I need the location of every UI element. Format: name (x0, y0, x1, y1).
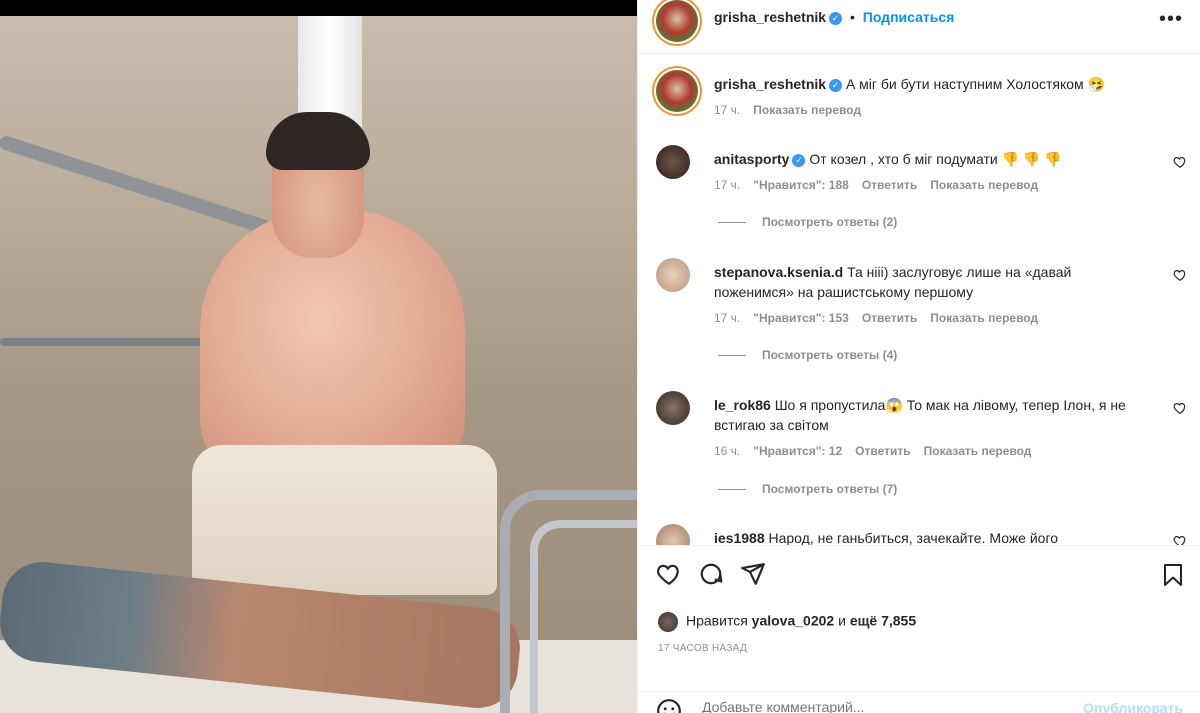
heart-icon[interactable] (656, 561, 682, 590)
caption-username[interactable]: grisha_reshetnik (714, 76, 826, 92)
view-replies-button[interactable]: Посмотреть ответы (7) (718, 482, 897, 496)
reply-button[interactable]: Ответить (855, 444, 910, 458)
post-header: grisha_reshetnik ✓ • Подписаться ••• (638, 0, 1200, 54)
replies-line (718, 355, 746, 357)
follow-button[interactable]: Подписаться (863, 9, 955, 25)
reply-button[interactable]: Ответить (862, 311, 917, 325)
comment-text: Народ, не ганьбиться, зачекайте. Може йо… (768, 530, 1059, 545)
translate-link[interactable]: Показать перевод (753, 103, 861, 117)
photo-chair (530, 520, 637, 713)
photo-top-bar (0, 0, 637, 16)
publish-button[interactable]: Опубликовать (1083, 700, 1183, 713)
separator-dot: • (849, 9, 855, 25)
post-actions: Нравится yalova_0202 и ещё 7,855 17 ЧАСО… (638, 545, 1200, 713)
comment-meta: 16 ч. "Нравится": 12 Ответить Показать пере… (714, 444, 1044, 458)
comment-time: 17 ч. (714, 311, 741, 325)
view-replies-label: Посмотреть ответы (7) (762, 482, 898, 496)
replies-line (718, 489, 746, 491)
comment-time: 16 ч. (714, 444, 741, 458)
author-avatar[interactable] (656, 70, 698, 112)
translate-link[interactable]: Показать перевод (930, 178, 1038, 192)
comment-username[interactable]: anitasporty (714, 151, 789, 167)
post-timestamp[interactable]: 17 ЧАСОВ НАЗАД (658, 643, 747, 654)
author-avatar[interactable] (656, 0, 698, 42)
add-comment-bar: Опубликовать (638, 691, 1200, 713)
translate-link[interactable]: Показать перевод (924, 444, 1032, 458)
comment-text-row: ies1988 Народ, не ганьбиться, зачекайте.… (714, 528, 1154, 545)
comments-list[interactable]: grisha_reshetnik ✓ А міг би бути наступни… (638, 55, 1200, 545)
header-author-row: grisha_reshetnik ✓ • Подписаться (714, 9, 954, 25)
liker-avatar (658, 612, 678, 632)
bookmark-icon[interactable] (1161, 562, 1185, 591)
view-replies-label: Посмотреть ответы (2) (762, 215, 898, 229)
replies-line (718, 222, 746, 224)
comment-text: От козел , хто б міг подумати 👎 👎 👎 (809, 151, 1062, 167)
likes-and: и (838, 612, 846, 629)
heart-icon[interactable] (1173, 401, 1187, 415)
verified-badge-icon: ✓ (829, 11, 843, 25)
comment-meta: 17 ч. "Нравится": 153 Ответить Показать пер… (714, 311, 1051, 325)
comment-input[interactable] (702, 699, 1052, 713)
verified-badge-icon: ✓ (792, 153, 806, 167)
likes-summary[interactable]: Нравится yalova_0202 и ещё 7,855 (658, 612, 916, 632)
comment-text-row: le_rok86 Шо я пропустила😱 То мак на ліво… (714, 395, 1154, 435)
comment-text-row: stepanova.ksenia.d Та нііі) заслуговує л… (714, 262, 1154, 302)
view-replies-button[interactable]: Посмотреть ответы (2) (718, 215, 897, 229)
comment-likes[interactable]: "Нравится": 188 (753, 178, 849, 192)
more-options-icon[interactable]: ••• (1159, 8, 1183, 31)
commenter-avatar[interactable] (656, 145, 690, 179)
heart-icon[interactable] (1173, 268, 1187, 282)
translate-link[interactable]: Показать перевод (930, 311, 1038, 325)
comment-likes[interactable]: "Нравится": 12 (753, 444, 842, 458)
heart-icon[interactable] (1173, 155, 1187, 169)
likes-prefix: Нравится (686, 612, 748, 629)
comment-text: Шо я пропустила😱 То мак на лівому, тепер… (714, 397, 1126, 433)
caption-time: 17 ч. (714, 103, 741, 117)
share-icon[interactable] (740, 561, 766, 590)
comment-text-row: anitasporty ✓ От козел , хто б міг подума… (714, 149, 1154, 169)
comment-time: 17 ч. (714, 178, 741, 192)
action-icons (656, 561, 778, 590)
photo-rail (0, 134, 288, 241)
comment-likes[interactable]: "Нравится": 153 (753, 311, 849, 325)
commenter-avatar[interactable] (656, 258, 690, 292)
caption-text-row: grisha_reshetnik ✓ А міг би бути наступни… (714, 74, 1154, 94)
liker-username[interactable]: yalova_0202 (752, 613, 835, 629)
author-username[interactable]: grisha_reshetnik (714, 9, 826, 25)
comment-username[interactable]: ies1988 (714, 530, 765, 545)
comment-icon[interactable] (698, 561, 724, 590)
comment-username[interactable]: stepanova.ksenia.d (714, 264, 843, 280)
likes-more[interactable]: ещё 7,855 (850, 613, 916, 629)
smile-icon[interactable] (656, 698, 682, 713)
commenter-avatar[interactable] (656, 391, 690, 425)
comment-meta: 17 ч. "Нравится": 188 Ответить Показать пер… (714, 178, 1051, 192)
reply-button[interactable]: Ответить (862, 178, 917, 192)
photo-person-hair (266, 112, 370, 170)
caption-text: А міг би бути наступним Холостяком 🤧 (845, 76, 1105, 92)
caption-meta: 17 ч. Показать перевод (714, 103, 874, 117)
heart-icon[interactable] (1173, 534, 1187, 545)
photo-towel (192, 445, 497, 595)
photo-rail (0, 338, 230, 346)
commenter-avatar[interactable] (656, 524, 690, 545)
post-photo[interactable] (0, 0, 637, 713)
view-replies-button[interactable]: Посмотреть ответы (4) (718, 348, 897, 362)
view-replies-label: Посмотреть ответы (4) (762, 348, 898, 362)
comment-username[interactable]: le_rok86 (714, 397, 771, 413)
post-side-panel: grisha_reshetnik ✓ • Подписаться ••• gris… (637, 0, 1200, 713)
verified-badge-icon: ✓ (829, 78, 843, 92)
